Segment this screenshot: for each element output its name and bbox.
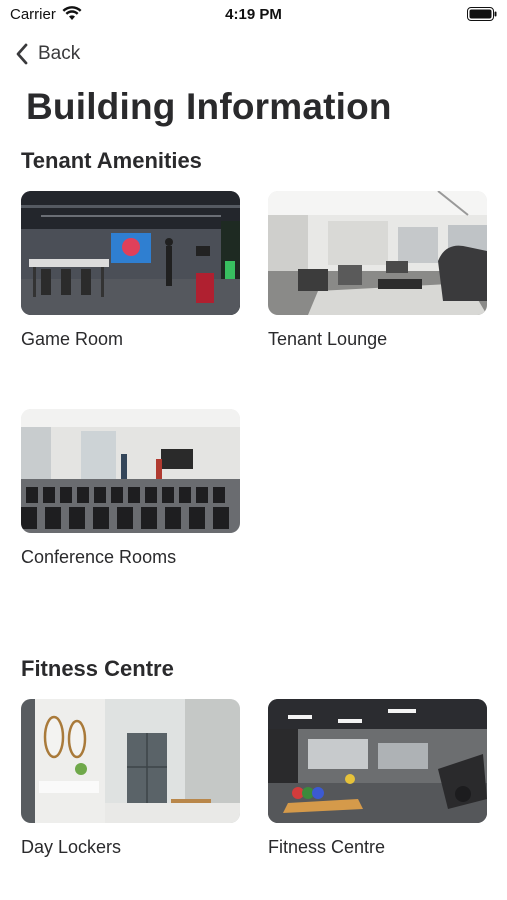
card-label: Game Room bbox=[21, 329, 124, 349]
section-title-tenant-amenities: Tenant Amenities bbox=[21, 148, 202, 173]
card-label: Fitness Centre bbox=[268, 837, 386, 857]
chevron-left-icon bbox=[16, 43, 28, 65]
game-room-image bbox=[21, 191, 240, 315]
amenity-card-tenant-lounge[interactable]: Tenant Lounge bbox=[268, 191, 487, 350]
card-label: Tenant Lounge bbox=[268, 329, 388, 349]
amenity-card-game-room[interactable]: Game Room bbox=[21, 191, 240, 350]
conference-rooms-image bbox=[21, 409, 240, 533]
status-time: 4:19 PM bbox=[225, 6, 282, 23]
day-lockers-image bbox=[21, 699, 240, 823]
fitness-centre-image bbox=[268, 699, 487, 823]
page-title: Building Information bbox=[26, 86, 392, 127]
card-label: Day Lockers bbox=[21, 837, 122, 857]
back-label: Back bbox=[38, 43, 81, 64]
back-button[interactable]: Back bbox=[14, 40, 80, 68]
fitness-card-day-lockers[interactable]: Day Lockers bbox=[21, 699, 240, 858]
section-title-fitness-centre: Fitness Centre bbox=[21, 656, 174, 681]
battery-icon bbox=[467, 7, 497, 21]
fitness-card-fitness-centre[interactable]: Fitness Centre bbox=[268, 699, 487, 858]
card-label: Conference Rooms bbox=[21, 547, 177, 567]
amenity-card-conference-rooms[interactable]: Conference Rooms bbox=[21, 409, 240, 568]
tenant-lounge-image bbox=[268, 191, 487, 315]
status-bar: Carrier 4:19 PM bbox=[0, 0, 507, 30]
